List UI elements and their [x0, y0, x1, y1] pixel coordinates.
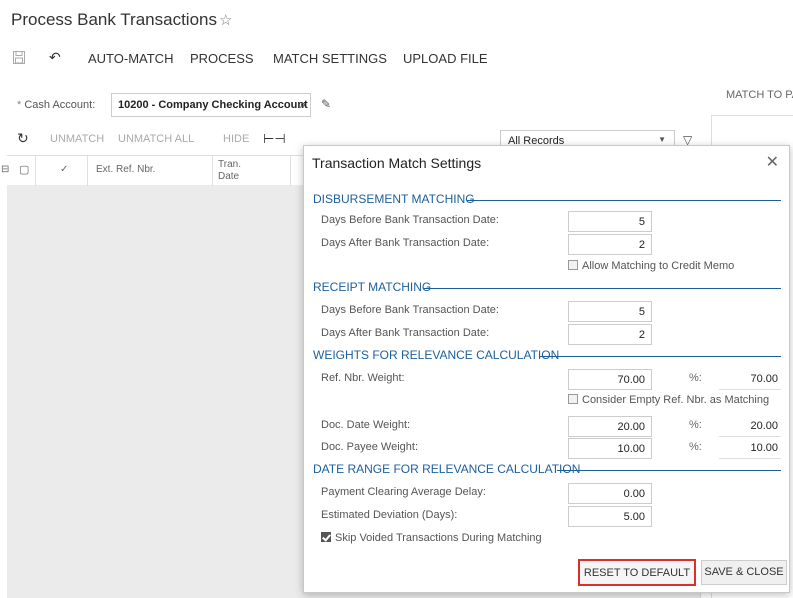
search-icon[interactable]: ⌕	[300, 99, 306, 112]
payee-weight-label: Doc. Payee Weight:	[321, 441, 419, 453]
payee-pct-label: %:	[689, 441, 702, 453]
est-deviation-input[interactable]: 5.00	[568, 506, 652, 527]
empty-ref-label: Consider Empty Ref. Nbr. as Matching	[582, 394, 770, 406]
reset-to-default-button[interactable]: RESET TO DEFAULT	[578, 559, 696, 586]
receipt-heading: RECEIPT MATCHING	[313, 280, 432, 294]
checkbox-unchecked-icon	[568, 260, 578, 270]
ref-weight-input[interactable]: 70.00	[568, 369, 652, 390]
clearing-delay-input[interactable]: 0.00	[568, 483, 652, 504]
page-header: Process Bank Transactions ☆	[0, 0, 793, 38]
checkbox-checked-icon	[321, 532, 331, 542]
process-button[interactable]: PROCESS	[190, 51, 254, 66]
unmatch-all-button[interactable]: UNMATCH ALL	[118, 133, 194, 145]
payee-pct-value: 10.00	[719, 438, 781, 459]
date-range-heading: DATE RANGE FOR RELEVANCE CALCULATION	[313, 462, 581, 476]
rec-days-before-label: Days Before Bank Transaction Date:	[321, 304, 499, 316]
note-icon: ▢	[19, 164, 30, 176]
cash-account-selector[interactable]: 10200 - Company Checking Account ⌕	[111, 93, 311, 117]
est-deviation-label: Estimated Deviation (Days):	[321, 509, 458, 521]
rec-days-before-input[interactable]: 5	[568, 301, 652, 322]
payee-weight-input[interactable]: 10.00	[568, 438, 652, 459]
clearing-delay-label: Payment Clearing Average Delay:	[321, 486, 486, 498]
save-icon[interactable]	[13, 51, 25, 67]
undo-icon[interactable]: ↶	[49, 49, 61, 66]
date-pct-label: %:	[689, 419, 702, 431]
skip-voided-checkbox[interactable]: Skip Voided Transactions During Matching	[321, 532, 542, 544]
disb-days-before-label: Days Before Bank Transaction Date:	[321, 214, 499, 226]
hide-button[interactable]: HIDE	[223, 133, 249, 145]
disb-days-before-input[interactable]: 5	[568, 211, 652, 232]
column-date[interactable]: Date	[218, 171, 239, 182]
match-panel-title: MATCH TO PA	[726, 89, 793, 101]
date-weight-label: Doc. Date Weight:	[321, 419, 411, 431]
cash-account-value: 10200 - Company Checking Account	[118, 99, 308, 111]
allow-credit-memo-label: Allow Matching to Credit Memo	[582, 260, 735, 272]
weights-heading: WEIGHTS FOR RELEVANCE CALCULATION	[313, 348, 560, 362]
checkbox-unchecked-icon	[568, 394, 578, 404]
close-icon[interactable]: ✕	[766, 152, 779, 172]
transaction-match-settings-dialog: Transaction Match Settings ✕ DISBURSEMEN…	[303, 145, 790, 593]
dialog-title: Transaction Match Settings	[312, 155, 482, 171]
ref-pct-label: %:	[689, 372, 702, 384]
upload-file-button[interactable]: UPLOAD FILE	[403, 51, 488, 66]
cash-account-label: * Cash Account:	[17, 99, 96, 111]
allow-credit-memo-checkbox[interactable]: Allow Matching to Credit Memo	[568, 260, 734, 272]
rec-days-after-input[interactable]: 2	[568, 324, 652, 345]
disb-days-after-input[interactable]: 2	[568, 234, 652, 255]
chevron-down-icon: ▼	[658, 135, 666, 144]
date-weight-input[interactable]: 20.00	[568, 416, 652, 437]
auto-match-button[interactable]: AUTO-MATCH	[88, 51, 173, 66]
skip-voided-label: Skip Voided Transactions During Matching	[335, 532, 542, 544]
rec-days-after-label: Days After Bank Transaction Date:	[321, 327, 490, 339]
disb-days-after-label: Days After Bank Transaction Date:	[321, 237, 490, 249]
fit-columns-icon[interactable]: ⊢⊣	[263, 131, 286, 147]
refresh-icon[interactable]: ↻	[17, 130, 29, 147]
star-outline-icon[interactable]: ☆	[219, 11, 232, 29]
edit-icon[interactable]: ✎	[321, 97, 331, 111]
save-and-close-button[interactable]: SAVE & CLOSE	[701, 560, 787, 585]
page-title: Process Bank Transactions	[11, 10, 217, 29]
ref-weight-label: Ref. Nbr. Weight:	[321, 372, 405, 384]
files-icon: ⊟	[1, 164, 10, 175]
check-icon: ✓	[60, 164, 69, 175]
column-tran[interactable]: Tran.	[218, 159, 241, 170]
disbursement-heading: DISBURSEMENT MATCHING	[313, 192, 475, 206]
unmatch-button[interactable]: UNMATCH	[50, 133, 104, 145]
column-ext-ref-nbr[interactable]: Ext. Ref. Nbr.	[96, 164, 155, 175]
empty-ref-checkbox[interactable]: Consider Empty Ref. Nbr. as Matching	[568, 394, 769, 406]
date-pct-value: 20.00	[719, 416, 781, 437]
ref-pct-value: 70.00	[719, 369, 781, 390]
match-settings-button[interactable]: MATCH SETTINGS	[273, 51, 387, 66]
